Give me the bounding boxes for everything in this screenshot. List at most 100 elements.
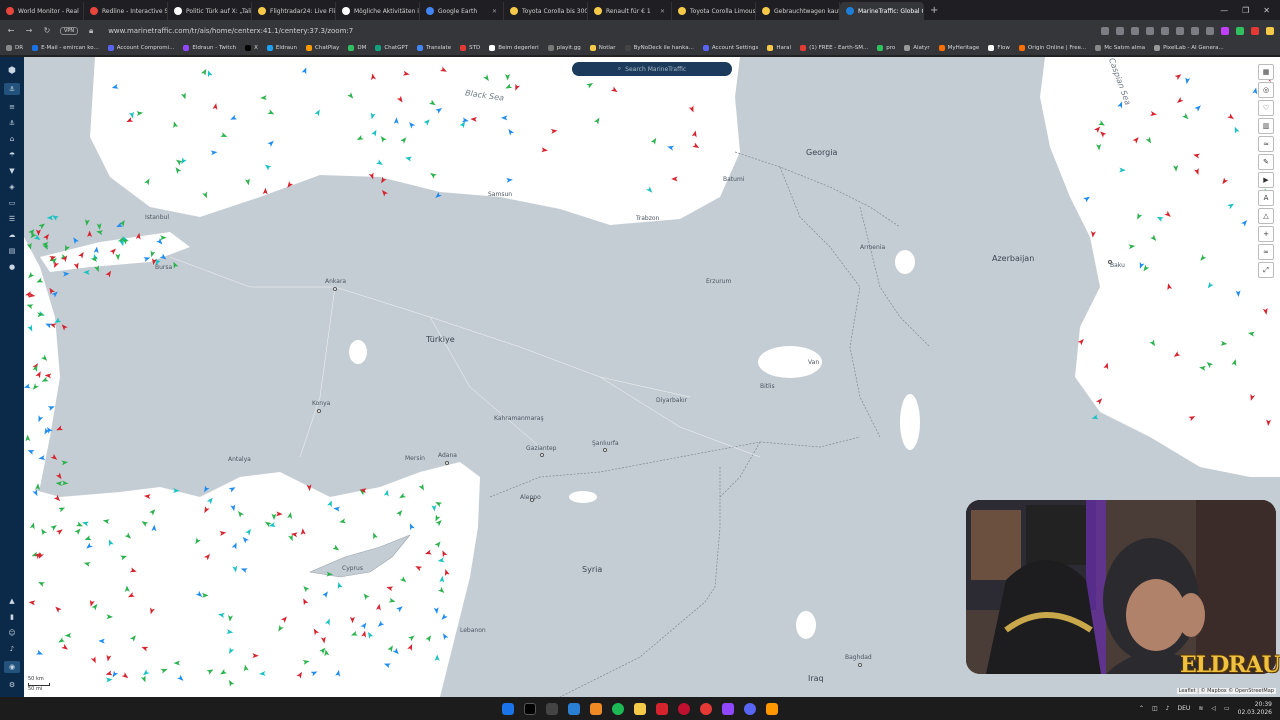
favorite-icon[interactable]: ♡ <box>1258 100 1274 116</box>
extension-icon[interactable] <box>1206 26 1214 35</box>
ship-marker[interactable] <box>1095 397 1104 405</box>
browser-tab[interactable]: World Monitor - Real✕ <box>0 2 84 20</box>
browser-tab[interactable]: Flightradar24: Live Flight✕ <box>252 2 336 20</box>
ship-marker[interactable] <box>47 404 56 411</box>
ship-marker[interactable] <box>56 527 64 536</box>
ship-marker[interactable] <box>1194 104 1203 112</box>
speaker-icon[interactable]: ◁ <box>1211 705 1216 712</box>
extension-icon[interactable] <box>1251 26 1259 35</box>
ship-marker[interactable] <box>227 679 235 687</box>
extension-icon[interactable] <box>1266 26 1274 35</box>
ship-marker[interactable] <box>1227 202 1235 210</box>
ship-marker[interactable] <box>39 527 47 536</box>
ship-marker[interactable] <box>25 434 31 442</box>
ship-marker[interactable] <box>160 235 167 241</box>
ship-marker[interactable] <box>360 621 369 630</box>
ship-marker[interactable] <box>206 69 213 78</box>
ship-marker[interactable] <box>1184 77 1191 85</box>
ship-marker[interactable] <box>276 511 283 517</box>
ship-marker[interactable] <box>322 590 330 599</box>
ship-marker[interactable] <box>1188 414 1196 422</box>
ship-marker[interactable] <box>71 236 79 245</box>
ship-marker[interactable] <box>41 376 49 384</box>
ship-marker[interactable] <box>285 181 294 189</box>
extension-icon[interactable] <box>1191 26 1199 35</box>
ship-marker[interactable] <box>500 115 508 121</box>
ship-marker[interactable] <box>504 83 513 90</box>
ship-marker[interactable] <box>650 137 659 145</box>
ship-marker[interactable] <box>380 188 389 197</box>
ship-marker[interactable] <box>35 277 44 285</box>
bookmark-item[interactable]: E-Mail - emircan ko... <box>32 45 99 51</box>
ship-marker[interactable] <box>1098 129 1107 138</box>
ship-marker[interactable] <box>141 645 149 652</box>
new-tab-button[interactable]: + <box>930 5 938 16</box>
logo-icon[interactable]: ⬢ <box>7 67 17 76</box>
ship-marker[interactable] <box>219 668 227 677</box>
ship-marker[interactable] <box>109 247 118 255</box>
ship-marker[interactable] <box>425 634 433 643</box>
ship-marker[interactable] <box>105 670 113 677</box>
ship-marker[interactable] <box>271 513 277 521</box>
ship-marker[interactable] <box>202 506 210 514</box>
ship-marker[interactable] <box>1205 360 1214 369</box>
ship-marker[interactable] <box>61 480 69 486</box>
ship-marker[interactable] <box>60 323 68 331</box>
ship-marker[interactable] <box>437 557 445 563</box>
ship-marker[interactable] <box>396 604 404 613</box>
minimize-button[interactable]: — <box>1220 6 1228 15</box>
ship-marker[interactable] <box>314 108 322 117</box>
ship-marker[interactable] <box>336 581 343 589</box>
folder-icon[interactable] <box>634 702 646 715</box>
ruler-icon[interactable]: △ <box>1258 208 1274 224</box>
ship-marker[interactable] <box>1166 283 1173 291</box>
ship-marker[interactable] <box>74 527 82 535</box>
ship-marker[interactable] <box>1138 261 1145 270</box>
spotify-icon[interactable] <box>612 702 624 715</box>
ship-marker[interactable] <box>440 613 448 621</box>
ship-marker[interactable] <box>232 565 238 573</box>
ship-marker[interactable] <box>73 262 80 270</box>
ship-marker[interactable] <box>27 448 35 455</box>
port-icon[interactable]: ⌂ <box>7 135 17 143</box>
ship-marker[interactable] <box>301 597 309 606</box>
bookmark-item[interactable]: Beim degerleri <box>489 45 539 51</box>
ship-marker[interactable] <box>173 660 181 666</box>
ship-marker[interactable] <box>439 575 445 583</box>
pin-icon[interactable]: ▲ <box>7 597 17 605</box>
extension-icon[interactable] <box>1146 26 1154 35</box>
ship-marker[interactable] <box>121 672 130 680</box>
ship-marker[interactable] <box>107 538 114 547</box>
ship-marker[interactable] <box>227 614 233 622</box>
ship-marker[interactable] <box>379 176 387 185</box>
ship-marker[interactable] <box>28 600 36 606</box>
ship-marker[interactable] <box>688 105 696 113</box>
ship-marker[interactable] <box>35 483 41 490</box>
ship-marker[interactable] <box>180 92 188 100</box>
ship-marker[interactable] <box>301 66 309 75</box>
stats-icon[interactable]: ▤ <box>7 247 17 255</box>
network-icon[interactable]: ◫ <box>1152 705 1158 712</box>
ship-marker[interactable] <box>593 116 602 125</box>
ship-marker[interactable] <box>227 647 235 655</box>
ship-marker[interactable] <box>541 147 548 153</box>
ship-marker[interactable] <box>646 186 654 194</box>
ship-marker[interactable] <box>470 116 477 122</box>
ship-marker[interactable] <box>370 73 376 81</box>
ship-marker[interactable] <box>37 580 46 587</box>
browser-tab[interactable]: Politic Türk auf X: „Taliban✕ <box>168 2 252 20</box>
ship-marker[interactable] <box>29 522 36 530</box>
ship-marker[interactable] <box>83 269 90 275</box>
ship-marker[interactable] <box>375 603 382 611</box>
ship-marker[interactable] <box>43 232 51 241</box>
anchor-icon[interactable]: ⚓ <box>7 119 17 127</box>
ship-marker[interactable] <box>396 95 405 104</box>
ship-marker[interactable] <box>93 246 100 254</box>
twitch-icon[interactable] <box>722 702 734 715</box>
ship-marker[interactable] <box>414 564 423 572</box>
list-icon[interactable]: ☰ <box>7 215 17 223</box>
bookmark-item[interactable]: Haral <box>767 45 791 51</box>
ship-marker[interactable] <box>461 117 469 123</box>
ship-marker[interactable] <box>202 191 209 199</box>
ship-marker[interactable] <box>219 530 227 536</box>
